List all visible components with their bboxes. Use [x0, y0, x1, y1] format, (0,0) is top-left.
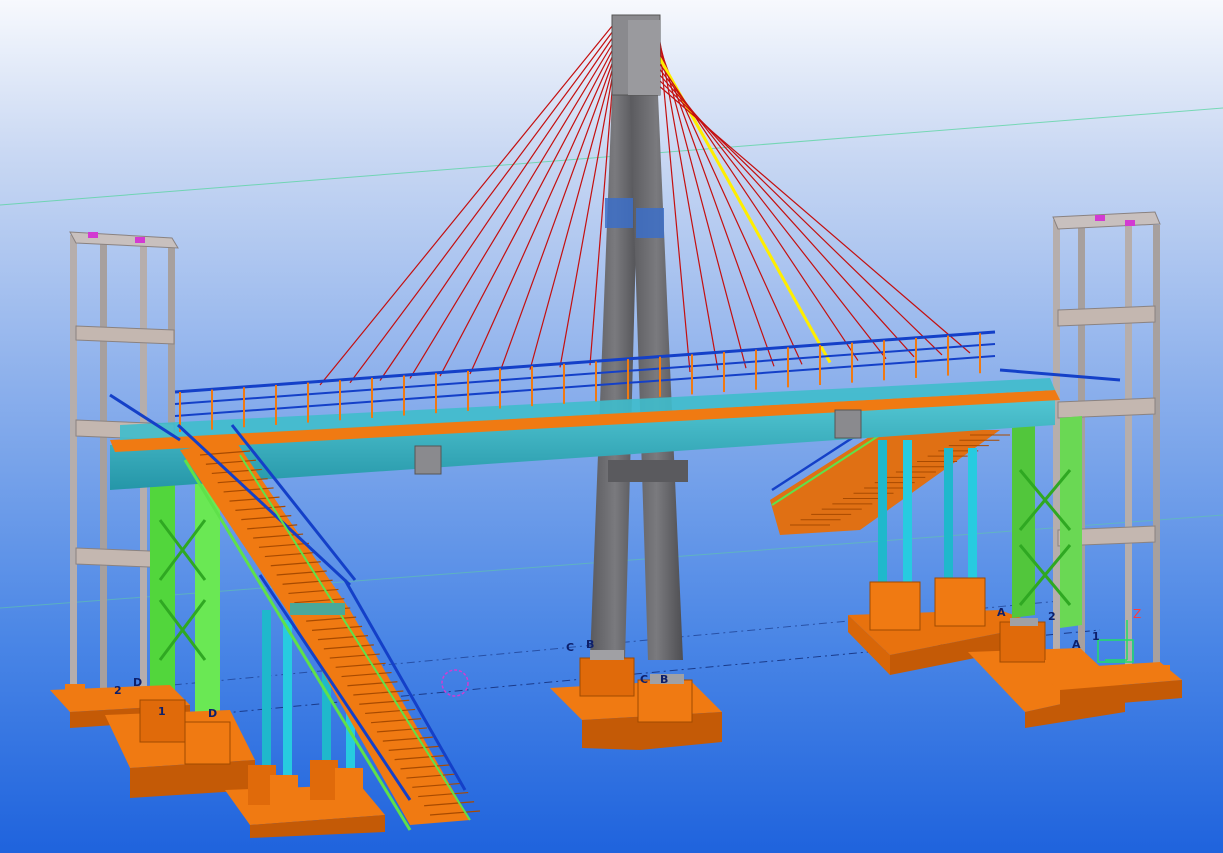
grid-label-d: D	[133, 676, 142, 689]
cable-stay	[349, 30, 614, 384]
cable-stays-left	[319, 24, 621, 386]
selection-marker	[441, 669, 469, 697]
grid-label-c: C	[566, 641, 574, 654]
bridge-3d-model[interactable]: Z C B C B A A 2 1 D 2 1 D	[0, 0, 1223, 853]
grid-label-b-front: B	[660, 673, 668, 686]
grid-label-d-front: D	[208, 707, 217, 720]
cable-stay	[379, 36, 614, 381]
grid-label-a-right: A	[1072, 638, 1081, 651]
grid-label-a: A	[997, 606, 1006, 619]
grid-label-b: B	[586, 638, 594, 651]
model-viewport[interactable]: Z C B C B A A 2 1 D 2 1 D	[0, 0, 1223, 853]
cable-stay	[657, 78, 943, 356]
pylon-foundation	[550, 650, 722, 750]
grid-label-2-left: 2	[114, 684, 122, 697]
grid-label-1-right: 1	[1092, 630, 1100, 643]
grid-label-2-right: 2	[1048, 610, 1056, 623]
cable-stay	[657, 36, 747, 369]
cable-stay	[657, 84, 971, 354]
cable-stay	[499, 60, 614, 373]
cable-stays-right	[656, 24, 971, 373]
bracing-frame-right	[1012, 416, 1082, 628]
pylon	[590, 14, 688, 660]
axis-indicator[interactable]: Z	[1097, 607, 1141, 663]
cable-stay	[409, 42, 614, 379]
grid-label-c-front: C	[640, 673, 648, 686]
grid-label-1-left: 1	[158, 705, 166, 718]
cable-stay	[439, 48, 614, 377]
cable-stay	[319, 24, 614, 386]
axis-z-label: Z	[1133, 607, 1141, 621]
